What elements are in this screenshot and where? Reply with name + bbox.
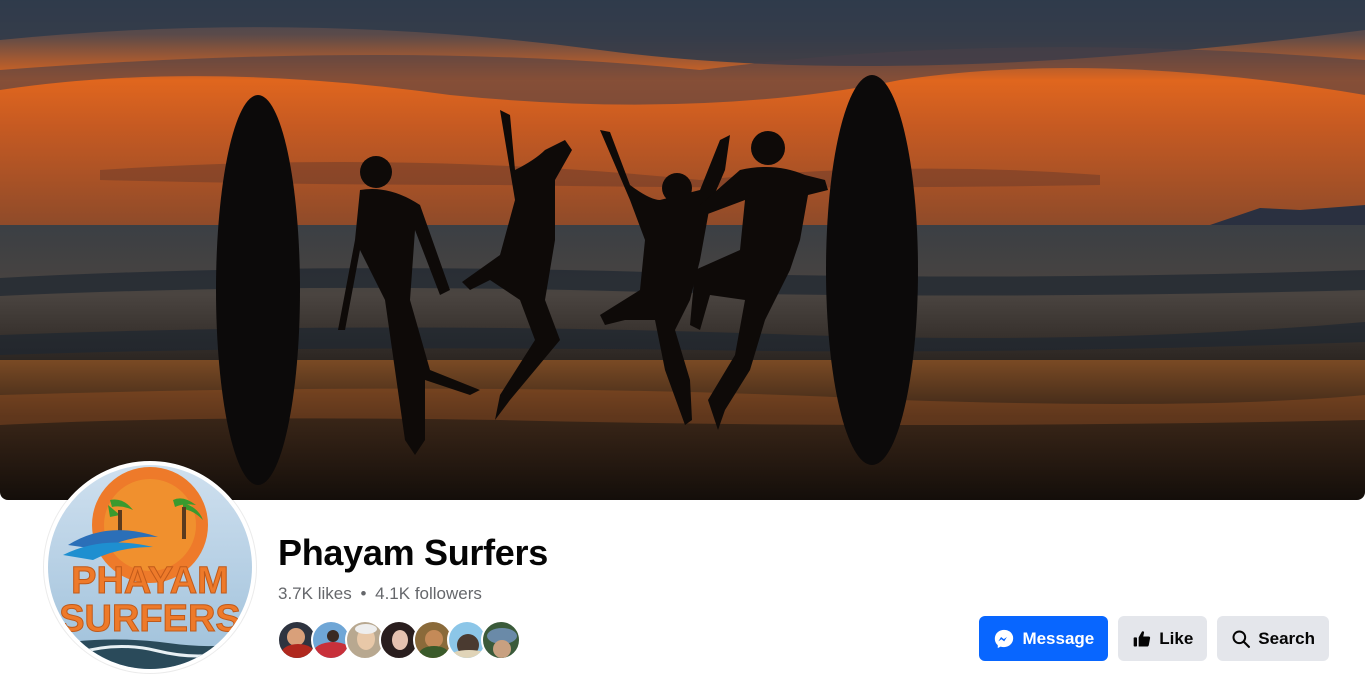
messenger-icon (993, 628, 1015, 650)
search-button[interactable]: Search (1217, 616, 1329, 661)
friend-avatars (277, 620, 521, 662)
like-button-label: Like (1159, 628, 1194, 648)
page-stats: 3.7K likes • 4.1K followers (278, 584, 482, 604)
message-button-label: Message (1022, 628, 1095, 648)
search-icon (1231, 629, 1251, 649)
like-button[interactable]: Like (1118, 616, 1208, 661)
logo-text-line2: SURFERS (59, 598, 241, 640)
page-title: Phayam Surfers (278, 532, 548, 573)
friend-avatar[interactable] (481, 620, 521, 660)
search-button-label: Search (1258, 628, 1315, 648)
message-button[interactable]: Message (979, 616, 1109, 661)
cover-photo[interactable] (0, 0, 1365, 500)
logo-text-line1: PHAYAM (71, 560, 229, 602)
stats-separator: • (360, 584, 367, 603)
followers-count-link[interactable]: 4.1K followers (375, 584, 482, 603)
page-actions: Message Like Search (979, 616, 1329, 661)
profile-picture[interactable]: PHAYAM SURFERS (44, 461, 256, 673)
likes-count-link[interactable]: 3.7K likes (278, 584, 352, 603)
thumbs-up-icon (1132, 629, 1152, 649)
